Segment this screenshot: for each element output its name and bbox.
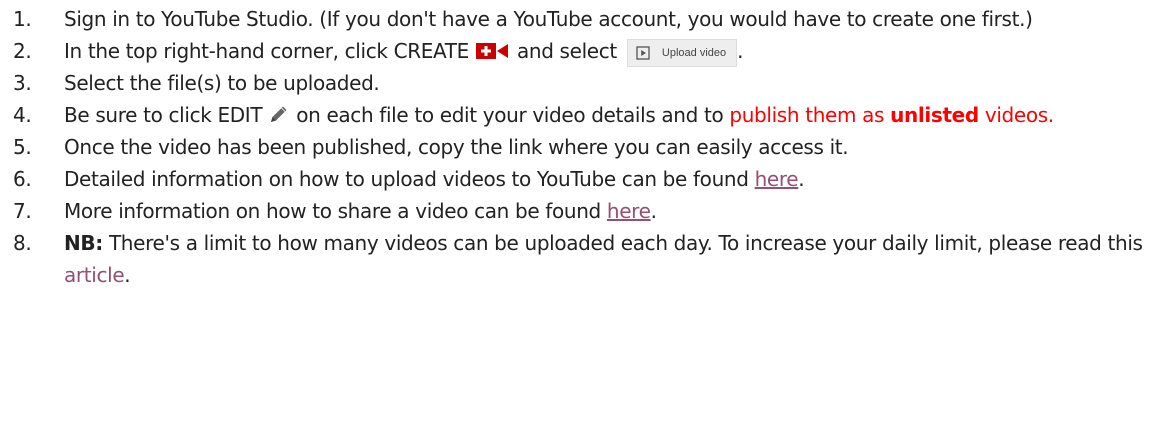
- step-text: .: [737, 39, 744, 63]
- step-text: .: [650, 199, 657, 223]
- play-box-icon: [636, 45, 662, 60]
- list-item-6: 6. Detailed information on how to upload…: [0, 163, 1159, 195]
- list-number: 5.: [13, 135, 32, 159]
- list-item-1: 1. Sign in to YouTube Studio. (If you do…: [0, 3, 1159, 35]
- step-text: .: [798, 167, 805, 191]
- document: 1. Sign in to YouTube Studio. (If you do…: [0, 0, 1159, 430]
- list-item-3: 3. Select the file(s) to be uploaded.: [0, 67, 1159, 99]
- unlisted-emphasis: unlisted: [890, 103, 979, 127]
- nb-label: NB:: [64, 231, 103, 255]
- list-item-4: 4. Be sure to click EDIT on each file to…: [0, 99, 1159, 131]
- step-text: .: [124, 263, 131, 287]
- step-text: Sign in to YouTube Studio. (If you don't…: [64, 7, 1033, 31]
- list-number: 4.: [13, 103, 32, 127]
- list-number: 8.: [13, 231, 32, 255]
- instruction-list: 1. Sign in to YouTube Studio. (If you do…: [0, 3, 1159, 291]
- create-video-icon: [475, 41, 511, 61]
- list-number: 2.: [13, 39, 32, 63]
- share-help-link[interactable]: here: [607, 199, 651, 223]
- list-number: 1.: [13, 7, 32, 31]
- upload-help-link[interactable]: here: [755, 167, 799, 191]
- list-item-5: 5. Once the video has been published, co…: [0, 131, 1159, 163]
- emphasis-text: publish them as: [729, 103, 891, 127]
- upload-video-label: Upload video: [661, 46, 727, 59]
- step-text: In the top right-hand corner, click CREA…: [64, 39, 475, 63]
- article-link[interactable]: article: [64, 263, 125, 287]
- step-text: Select the file(s) to be uploaded.: [64, 71, 380, 95]
- step-text: There's a limit to how many videos can b…: [102, 231, 1143, 255]
- list-number: 7.: [13, 199, 32, 223]
- list-item-7: 7. More information on how to share a vi…: [0, 195, 1159, 227]
- pencil-icon: [268, 104, 290, 124]
- emphasis-text: videos.: [978, 103, 1054, 127]
- list-item-8: 8. NB: There's a limit to how many video…: [0, 227, 1159, 291]
- step-text: More information on how to share a video…: [64, 199, 607, 223]
- step-text: and select: [510, 39, 623, 63]
- step-text: Detailed information on how to upload vi…: [64, 167, 755, 191]
- step-text: on each file to edit your video details …: [290, 103, 730, 127]
- upload-video-chip: Upload video: [626, 38, 738, 67]
- step-text: Be sure to click EDIT: [64, 103, 269, 127]
- step-text: Once the video has been published, copy …: [64, 135, 849, 159]
- list-number: 6.: [13, 167, 32, 191]
- list-item-2: 2. In the top right-hand corner, click C…: [0, 35, 1159, 67]
- list-number: 3.: [13, 71, 32, 95]
